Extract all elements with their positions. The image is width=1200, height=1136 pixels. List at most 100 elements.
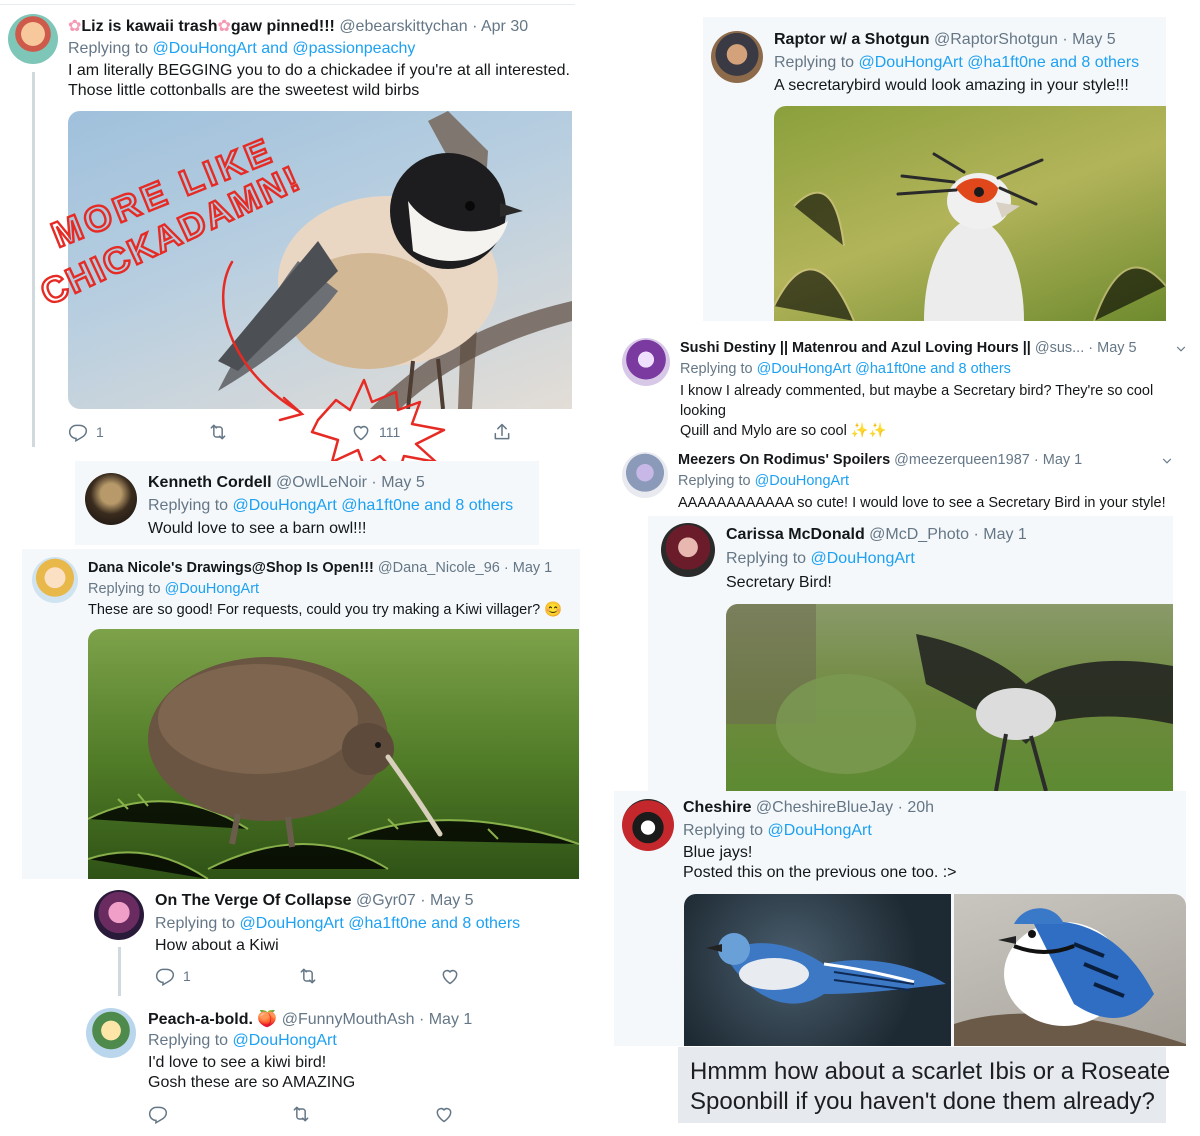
mention-link[interactable]: @DouHongArt <box>768 822 872 839</box>
avatar[interactable] <box>622 452 668 498</box>
handle[interactable]: @RaptorShotgun <box>934 31 1058 48</box>
tweet-text: I'd love to see a kiwi bird! Gosh these … <box>148 1054 356 1091</box>
tweet-card-cheshire: Cheshire @CheshireBlueJay · 20h Replying… <box>614 791 1186 1046</box>
display-name[interactable]: Carissa McDonald <box>726 526 865 543</box>
display-name[interactable]: Sushi Destiny || Matenrou and Azul Lovin… <box>680 340 1031 356</box>
timestamp[interactable]: May 5 <box>430 892 474 909</box>
tweet-text: These are so good! For requests, could y… <box>88 602 563 618</box>
secretarybird-video-still[interactable] <box>726 604 1173 791</box>
kiwi-photo[interactable] <box>88 629 579 879</box>
tweet-card-verge: On The Verge Of Collapse @Gyr07 · May 5 … <box>88 881 568 1003</box>
timestamp[interactable]: May 1 <box>513 560 553 576</box>
display-name[interactable]: Raptor w/ a Shotgun <box>774 31 930 48</box>
replying-to: Replying to @DouHongArt @ha1ft0ne and 8 … <box>155 915 521 932</box>
mention-link[interactable]: @DouHongArt <box>811 550 915 567</box>
mention-link[interactable]: @DouHongArt <box>755 473 850 489</box>
handle[interactable]: @Gyr07 <box>356 892 416 909</box>
blue-jay-photo-2[interactable] <box>954 894 1186 1046</box>
tweet-actions <box>148 1104 468 1124</box>
reply-button[interactable]: 1 <box>155 966 191 986</box>
chevron-down-icon[interactable] <box>1160 454 1174 468</box>
secretarybird-flight-illustration <box>726 604 1173 791</box>
handle[interactable]: @Dana_Nicole_96 <box>378 560 500 576</box>
reply-icon <box>148 1104 168 1124</box>
retweet-icon <box>298 966 318 986</box>
tweet-card-dana: Dana Nicole's Drawings@Shop Is Open!!! @… <box>22 549 580 879</box>
tweet-card-raptor: Raptor w/ a Shotgun @RaptorShotgun · May… <box>703 17 1166 321</box>
handle[interactable]: @McD_Photo <box>869 526 969 543</box>
handle[interactable]: @OwlLeNoir <box>276 474 367 491</box>
replying-to: Replying to @DouHongArt <box>148 1032 337 1049</box>
comment-text-box: Hmmm how about a scarlet Ibis or a Rosea… <box>678 1047 1170 1123</box>
avatar[interactable] <box>661 523 715 577</box>
timestamp[interactable]: May 5 <box>381 474 425 491</box>
avatar[interactable] <box>94 890 144 940</box>
comment-line-1: Hmmm how about a scarlet Ibis or a Rosea… <box>690 1058 1171 1085</box>
retweet-icon <box>291 1104 311 1124</box>
display-name[interactable]: On The Verge Of Collapse <box>155 892 352 909</box>
replying-to: Replying to @DouHongArt @ha1ft0ne and 8 … <box>680 361 1011 377</box>
display-name[interactable]: Kenneth Cordell <box>148 474 272 491</box>
timestamp[interactable]: May 1 <box>429 1011 473 1028</box>
reply-button[interactable] <box>148 1104 168 1124</box>
reply-count: 1 <box>183 968 191 984</box>
mention-link[interactable]: @DouHongArt <box>165 581 260 597</box>
annotation-arrow <box>221 260 302 414</box>
handle[interactable]: @CheshireBlueJay <box>756 799 893 816</box>
avatar[interactable] <box>86 1008 136 1058</box>
mention-link[interactable]: @DouHongArt @ha1ft0ne and 8 others <box>240 915 521 932</box>
mention-link[interactable]: @DouHongArt @ha1ft0ne and 8 others <box>233 497 514 514</box>
chevron-down-icon[interactable] <box>1174 342 1188 356</box>
display-name[interactable]: Meezers On Rodimus' Spoilers <box>678 452 890 468</box>
retweet-button[interactable] <box>291 1104 311 1124</box>
annotation-overlay: MORE LIKE CHICKADAMN! <box>33 128 446 476</box>
tweet-text: A secretarybird would look amazing in yo… <box>774 77 1129 94</box>
replying-to: Replying to @DouHongArt <box>678 473 850 489</box>
timestamp[interactable]: May 5 <box>1097 340 1137 356</box>
tweet-text: Would love to see a barn owl!!! <box>148 520 367 537</box>
tweet-text: Secretary Bird! <box>726 574 832 591</box>
tweet-card-sushi: Sushi Destiny || Matenrou and Azul Lovin… <box>614 328 1200 442</box>
replying-to: Replying to @DouHongArt @ha1ft0ne and 8 … <box>148 497 514 514</box>
handle[interactable]: @FunnyMouthAsh <box>282 1011 415 1028</box>
secretarybird-illustration <box>774 152 1166 321</box>
timestamp[interactable]: May 5 <box>1072 31 1116 48</box>
tweet-text: I know I already commented, but maybe a … <box>680 383 1154 439</box>
mention-link[interactable]: @DouHongArt @ha1ft0ne and 8 others <box>859 54 1140 71</box>
tweet-card-meezers: Meezers On Rodimus' Spoilers @meezerquee… <box>614 444 1200 516</box>
replying-to: Replying to @DouHongArt <box>88 581 260 597</box>
blue-jay-photo-1[interactable] <box>684 894 951 1046</box>
display-name[interactable]: Dana Nicole's Drawings@Shop Is Open!!! <box>88 560 374 576</box>
timestamp[interactable]: May 1 <box>983 526 1027 543</box>
avatar[interactable] <box>622 338 670 386</box>
mention-link[interactable]: @DouHongArt <box>233 1032 337 1049</box>
avatar[interactable] <box>711 31 763 83</box>
kiwi-illustration <box>88 657 579 879</box>
thread-line <box>118 947 121 1003</box>
avatar[interactable] <box>32 557 78 603</box>
like-button[interactable] <box>434 1104 454 1124</box>
display-name[interactable]: Peach-a-bold. <box>148 1011 253 1028</box>
avatar[interactable] <box>622 799 674 851</box>
tweet-card-carissa: Carissa McDonald @McD_Photo · May 1 Repl… <box>648 516 1173 791</box>
tweet-card-kenneth: Kenneth Cordell @OwlLeNoir · May 5 Reply… <box>75 461 539 545</box>
retweet-button[interactable] <box>298 966 318 986</box>
avatar[interactable] <box>85 473 137 525</box>
blue-jay-perched-illustration <box>954 908 1186 1046</box>
annotation-burst <box>310 378 446 476</box>
peach-emoji-icon: 🍑 <box>257 1011 278 1028</box>
handle[interactable]: @sus... <box>1035 340 1084 356</box>
secretarybird-photo[interactable] <box>774 106 1166 321</box>
timestamp[interactable]: May 1 <box>1043 452 1083 468</box>
comment-line-2: Spoonbill if you haven't done them alrea… <box>690 1088 1155 1115</box>
tweet-actions: 1 <box>155 966 475 986</box>
blue-jay-flight-illustration <box>706 933 946 1004</box>
like-button[interactable] <box>440 966 460 986</box>
like-icon <box>434 1104 454 1124</box>
handle[interactable]: @meezerqueen1987 <box>894 452 1030 468</box>
tweet-text: How about a Kiwi <box>155 937 279 954</box>
timestamp[interactable]: 20h <box>907 799 934 816</box>
tweet-card-peach: Peach-a-bold. 🍑 @FunnyMouthAsh · May 1 R… <box>80 996 560 1130</box>
display-name[interactable]: Cheshire <box>683 799 751 816</box>
mention-link[interactable]: @DouHongArt @ha1ft0ne and 8 others <box>757 361 1011 377</box>
